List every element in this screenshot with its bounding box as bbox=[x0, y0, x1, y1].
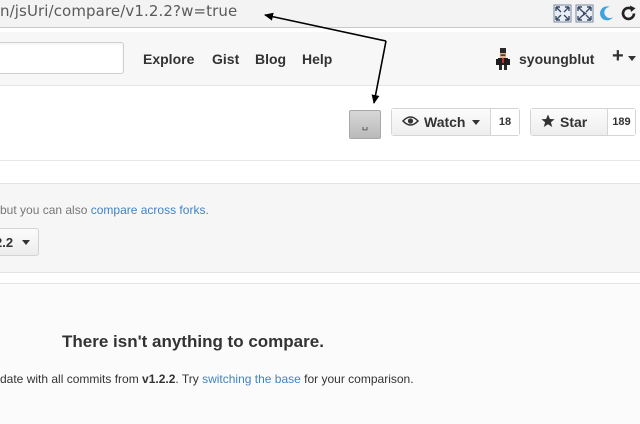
compare-hint: but you can also compare across forks. bbox=[0, 203, 209, 217]
switching-base-link[interactable]: switching the base bbox=[202, 372, 301, 386]
compare-range-box: but you can also compare across forks. 2… bbox=[0, 183, 640, 273]
watch-button-group: Watch 18 bbox=[391, 108, 520, 136]
desc-text: date with all commits from bbox=[0, 372, 143, 386]
nav-help[interactable]: Help bbox=[302, 51, 332, 67]
hint-text: but you can also bbox=[0, 203, 91, 217]
site-header: Explore Gist Blog Help syoungblut + bbox=[0, 32, 640, 86]
watch-count[interactable]: 18 bbox=[491, 109, 519, 135]
nav-explore[interactable]: Explore bbox=[143, 51, 194, 67]
desc-version: v1.2.2 bbox=[142, 372, 176, 386]
blank-slate: There isn't anything to compare. date wi… bbox=[0, 283, 640, 424]
url-text[interactable]: n/jsUri/compare/v1.2.2?w=true bbox=[0, 2, 237, 20]
divider bbox=[0, 160, 640, 161]
chevron-down-icon bbox=[22, 240, 30, 245]
star-button[interactable]: Star bbox=[531, 109, 608, 135]
search-input[interactable] bbox=[0, 42, 124, 74]
base-branch-select[interactable]: 2.2 bbox=[0, 228, 39, 256]
eye-icon bbox=[401, 114, 420, 130]
desc-text: for your comparison. bbox=[300, 372, 414, 386]
star-button-group: Star 189 bbox=[530, 108, 636, 136]
resize-icon[interactable] bbox=[575, 4, 594, 23]
extension-icons bbox=[553, 3, 638, 23]
branch-label: 2.2 bbox=[0, 235, 14, 250]
blank-slate-title: There isn't anything to compare. bbox=[62, 332, 324, 351]
resize-icon[interactable] bbox=[553, 4, 572, 23]
nav-blog[interactable]: Blog bbox=[255, 51, 286, 67]
chevron-down-icon bbox=[472, 119, 481, 125]
compare-across-forks-link[interactable]: compare across forks bbox=[91, 203, 206, 217]
username-link[interactable]: syoungblut bbox=[519, 51, 594, 67]
desc-text: . Try bbox=[175, 372, 203, 386]
hint-suffix: . bbox=[205, 203, 209, 217]
nav-gist[interactable]: Gist bbox=[212, 51, 239, 67]
watch-button[interactable]: Watch bbox=[392, 109, 491, 135]
chevron-down-icon[interactable] bbox=[628, 56, 636, 61]
plus-icon[interactable]: + bbox=[612, 45, 624, 68]
watch-label: Watch bbox=[424, 114, 466, 130]
star-label: Star bbox=[560, 114, 588, 130]
star-count[interactable]: 189 bbox=[608, 109, 635, 135]
refresh-icon[interactable] bbox=[619, 4, 638, 23]
star-icon bbox=[541, 114, 555, 131]
crescent-icon[interactable] bbox=[597, 4, 616, 23]
blank-slate-description: date with all commits from v1.2.2. Try s… bbox=[0, 372, 414, 386]
selected-button[interactable]: ␣ bbox=[349, 110, 381, 139]
browser-url-bar[interactable]: n/jsUri/compare/v1.2.2?w=true bbox=[0, 0, 640, 28]
avatar[interactable] bbox=[495, 48, 511, 70]
